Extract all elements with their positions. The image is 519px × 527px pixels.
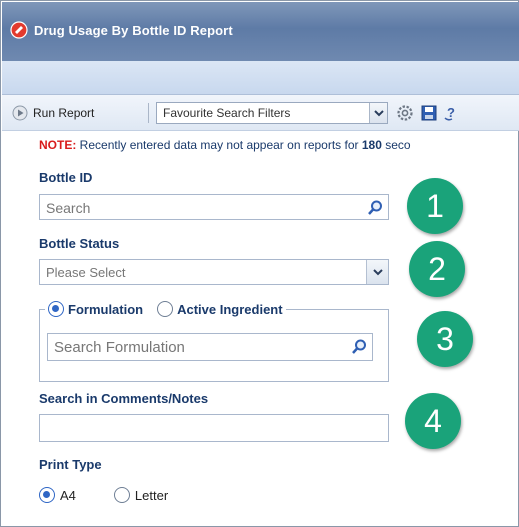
chevron-down-icon[interactable] [369,103,387,123]
header-band [2,61,519,95]
bottle-status-value: Please Select [46,265,126,280]
save-icon[interactable] [420,104,438,122]
window-title: Drug Usage By Bottle ID Report [34,23,233,38]
run-report-button[interactable]: Run Report [12,103,94,123]
bottle-id-placeholder: Search [46,200,91,216]
step-badge-2: 2 [409,241,465,297]
note-lead: NOTE: [39,138,77,152]
step-badge-4: 4 [405,393,461,449]
bottle-id-input[interactable]: Search [39,194,389,220]
play-icon [12,105,28,121]
help-icon[interactable]: ? [442,104,460,122]
note-tail: seco [381,138,411,152]
step-badge-3: 3 [417,311,473,367]
svg-text:?: ? [447,105,455,120]
formulation-type-toggle: Formulation Active Ingredient [45,301,286,317]
bottle-status-select[interactable]: Please Select [39,259,389,285]
print-type-label: Print Type [39,457,102,472]
gear-icon[interactable] [396,104,414,122]
formulation-search-placeholder: Search Formulation [54,339,185,356]
search-icon[interactable] [349,337,369,357]
a4-radio[interactable] [39,487,55,503]
letter-radio[interactable] [113,487,130,503]
search-icon[interactable] [365,198,385,218]
comments-input[interactable] [39,414,389,442]
title-bar: Drug Usage By Bottle ID Report [2,2,519,61]
note-number: 180 [361,138,382,152]
a4-radio-label: A4 [60,487,76,503]
formulation-radio-label: Formulation [68,301,144,317]
bottle-status-label: Bottle Status [39,236,120,251]
run-report-label: Run Report [33,106,95,120]
note-banner: NOTE: Recently entered data may not appe… [39,138,411,152]
note-text: Recently entered data may not appear on … [76,138,362,152]
step-badge-1: 1 [407,178,463,234]
report-icon [10,21,28,39]
comments-label: Search in Comments/Notes [39,391,209,406]
print-type-options: A4 Letter [39,487,168,503]
toolbar: Run Report Favourite Search Filters ? [2,95,519,131]
favourite-filters-select[interactable]: Favourite Search Filters [156,102,388,124]
formulation-radio[interactable] [48,301,64,317]
active-ingredient-radio-label: Active Ingredient [177,301,283,317]
active-ingredient-radio[interactable] [157,301,174,317]
formulation-search-input[interactable]: Search Formulation [47,333,373,361]
favourite-filters-value: Favourite Search Filters [163,106,291,120]
letter-radio-label: Letter [134,487,169,503]
bottle-id-label: Bottle ID [39,170,93,185]
chevron-down-icon[interactable] [366,260,388,284]
report-window: Drug Usage By Bottle ID Report Run Repor… [0,0,519,527]
toolbar-separator [148,103,149,123]
